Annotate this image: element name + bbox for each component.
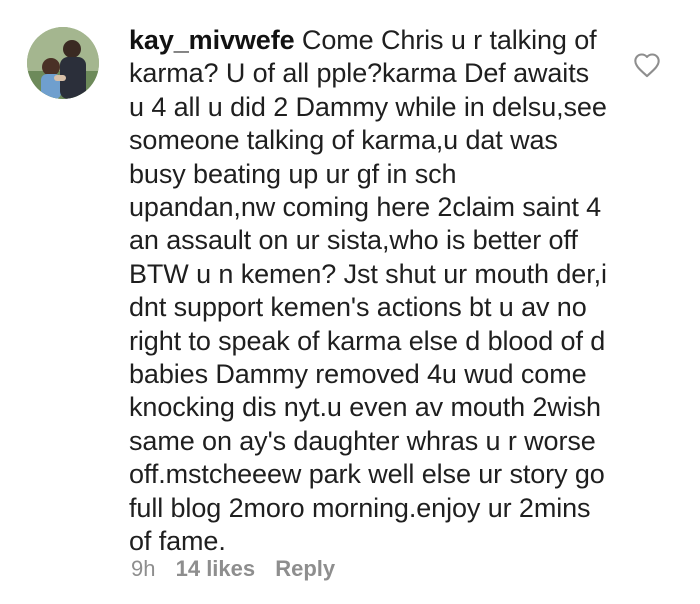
comment-body: kay_mivwefe Come Chris u r talking of ka… [129, 24, 609, 559]
reply-button[interactable]: Reply [275, 556, 335, 581]
avatar[interactable] [27, 27, 99, 99]
likes-count[interactable]: 14 likes [176, 556, 256, 581]
comment-text: Come Chris u r talking of karma? U of al… [129, 25, 607, 557]
avatar-photo [27, 27, 99, 99]
heart-outline-icon[interactable] [633, 52, 661, 78]
comment-meta: 9h 14 likes Reply [131, 556, 349, 582]
username[interactable]: kay_mivwefe [129, 25, 295, 55]
comment: kay_mivwefe Come Chris u r talking of ka… [0, 0, 700, 604]
comment-timestamp: 9h [131, 556, 156, 581]
